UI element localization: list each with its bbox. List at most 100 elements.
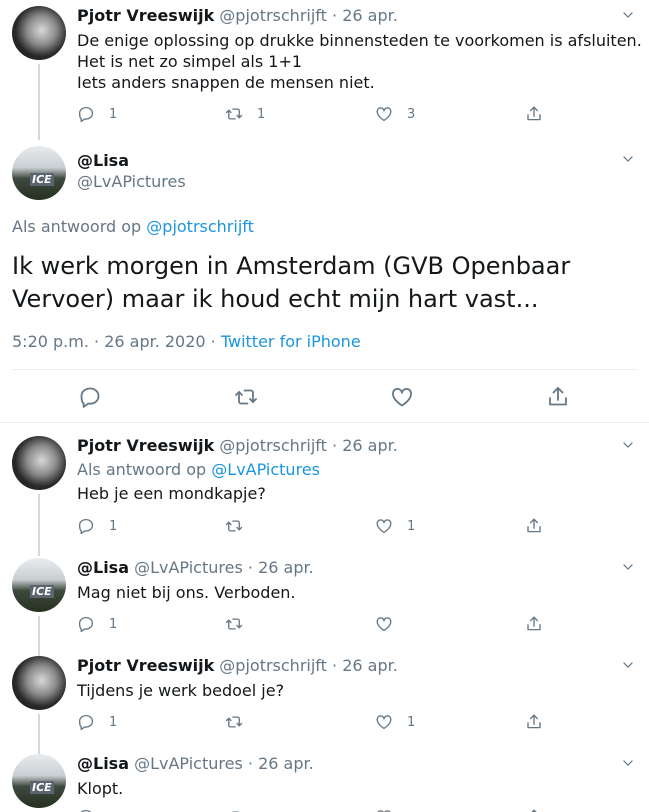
- avatar-text: ICE: [30, 173, 54, 186]
- author-handle[interactable]: @pjotrschrijft: [219, 656, 327, 675]
- author-handle[interactable]: @LvAPictures: [77, 172, 186, 192]
- share-button[interactable]: [546, 385, 570, 409]
- share-icon: [525, 105, 543, 123]
- reply-icon: [77, 615, 95, 633]
- like-icon: [375, 615, 393, 633]
- chevron-down-icon[interactable]: [621, 560, 635, 574]
- retweet-button[interactable]: [225, 711, 257, 733]
- author-handle[interactable]: @LvAPictures: [134, 754, 243, 773]
- retweet-icon: [225, 517, 243, 535]
- tweet[interactable]: Pjotr Vreeswijk @pjotrschrijft · 26 apr.…: [0, 650, 649, 756]
- like-icon: [390, 385, 414, 409]
- tweet-header: Pjotr Vreeswijk @pjotrschrijft · 26 apr.: [77, 6, 398, 25]
- reply-button[interactable]: 1: [77, 515, 117, 537]
- avatar[interactable]: ICE: [12, 146, 66, 200]
- share-button[interactable]: [525, 515, 543, 537]
- author-handle[interactable]: @pjotrschrijft: [219, 436, 327, 455]
- tweet[interactable]: Pjotr Vreeswijk @pjotrschrijft · 26 apr.…: [0, 0, 649, 140]
- tweet-header: Pjotr Vreeswijk @pjotrschrijft · 26 apr.: [77, 436, 398, 455]
- like-button[interactable]: 3: [375, 103, 415, 125]
- chevron-down-icon[interactable]: [621, 756, 635, 770]
- thread-line: [38, 64, 40, 140]
- retweet-button[interactable]: 1: [225, 103, 265, 125]
- tweet[interactable]: Pjotr Vreeswijk @pjotrschrijft · 26 apr.…: [0, 430, 649, 556]
- tweet-header: Pjotr Vreeswijk @pjotrschrijft · 26 apr.: [77, 656, 398, 675]
- like-icon: [375, 808, 393, 812]
- author-name[interactable]: @Lisa: [77, 754, 129, 773]
- author-name[interactable]: @Lisa: [77, 558, 129, 577]
- reply-count: 1: [109, 616, 118, 632]
- reply-icon: [78, 385, 102, 409]
- like-count: 3: [407, 106, 416, 122]
- tweet-date[interactable]: 26 apr.: [258, 754, 314, 773]
- reply-to-link[interactable]: @pjotrschrijft: [146, 217, 254, 236]
- like-button[interactable]: [390, 385, 414, 409]
- share-icon: [525, 615, 543, 633]
- like-button[interactable]: 1: [375, 711, 415, 733]
- avatar[interactable]: ICE: [12, 754, 66, 808]
- retweet-button[interactable]: [234, 385, 258, 409]
- share-button[interactable]: [525, 613, 543, 635]
- share-button[interactable]: [525, 806, 543, 812]
- tweet-text: Tijdens je werk bedoel je?: [77, 681, 285, 700]
- tweet-text: Klopt.: [77, 779, 124, 798]
- tweet-actions: 1 1: [77, 711, 547, 733]
- share-icon: [525, 713, 543, 731]
- tweet-date[interactable]: 26 apr.: [258, 558, 314, 577]
- author-handle[interactable]: @pjotrschrijft: [219, 6, 327, 25]
- share-icon: [546, 385, 570, 409]
- author-name[interactable]: Pjotr Vreeswijk: [77, 436, 214, 455]
- author-handle[interactable]: @LvAPictures: [134, 558, 243, 577]
- avatar[interactable]: [12, 6, 66, 60]
- tweet-text: Heb je een mondkapje?: [77, 484, 266, 503]
- retweet-icon: [225, 713, 243, 731]
- like-button[interactable]: [375, 613, 407, 635]
- reply-to-link[interactable]: @LvAPictures: [211, 460, 320, 479]
- chevron-down-icon[interactable]: [621, 152, 635, 166]
- tweet-actions: [77, 806, 547, 812]
- source-link[interactable]: Twitter for iPhone: [221, 332, 361, 351]
- tweet-header: @Lisa @LvAPictures · 26 apr.: [77, 558, 314, 577]
- tweet-date[interactable]: 26 apr.: [342, 436, 398, 455]
- author-name[interactable]: Pjotr Vreeswijk: [77, 656, 214, 675]
- retweet-icon: [225, 105, 243, 123]
- retweet-icon: [225, 615, 243, 633]
- like-count: 1: [407, 714, 416, 730]
- reply-button[interactable]: [78, 385, 102, 409]
- tweet[interactable]: ICE @Lisa @LvAPictures · 26 apr. Mag nie…: [0, 552, 649, 658]
- reply-button[interactable]: 1: [77, 103, 117, 125]
- tweet-date[interactable]: 26 apr.: [342, 656, 398, 675]
- author-name[interactable]: @Lisa: [77, 151, 129, 171]
- reply-icon: [77, 713, 95, 731]
- tweet-actions: 1 1: [77, 515, 547, 537]
- share-button[interactable]: [525, 711, 543, 733]
- like-count: 1: [407, 518, 416, 534]
- reply-button[interactable]: 1: [77, 711, 117, 733]
- avatar[interactable]: [12, 656, 66, 710]
- avatar[interactable]: [12, 436, 66, 490]
- tweet[interactable]: ICE @Lisa @LvAPictures · 26 apr. Klopt.: [0, 748, 649, 812]
- chevron-down-icon[interactable]: [621, 8, 635, 22]
- retweet-button[interactable]: [225, 515, 257, 537]
- tweet-date[interactable]: 26 apr.: [342, 6, 398, 25]
- chevron-down-icon[interactable]: [621, 658, 635, 672]
- thread-line: [38, 494, 40, 556]
- retweet-button[interactable]: [225, 806, 243, 812]
- reply-button[interactable]: [77, 806, 95, 812]
- like-icon: [375, 517, 393, 535]
- author-name[interactable]: Pjotr Vreeswijk: [77, 6, 214, 25]
- tweet-actions: 1 1 3: [77, 103, 547, 125]
- share-button[interactable]: [525, 103, 543, 125]
- reply-count: 1: [109, 714, 118, 730]
- like-icon: [375, 713, 393, 731]
- retweet-icon: [234, 385, 258, 409]
- reply-button[interactable]: 1: [77, 613, 117, 635]
- retweet-button[interactable]: [225, 613, 257, 635]
- divider: [0, 422, 649, 423]
- chevron-down-icon[interactable]: [621, 438, 635, 452]
- like-button[interactable]: 1: [375, 515, 415, 537]
- tweet-actions: [0, 385, 649, 415]
- avatar[interactable]: ICE: [12, 558, 66, 612]
- timestamp-text[interactable]: 5:20 p.m. · 26 apr. 2020 ·: [12, 332, 221, 351]
- like-button[interactable]: [375, 806, 393, 812]
